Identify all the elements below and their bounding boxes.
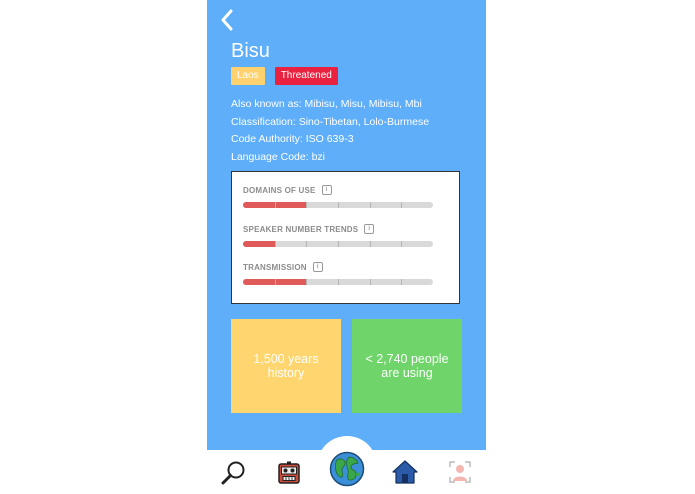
metric-domains-of-use: DOMAINS OF USE i	[243, 185, 433, 208]
nav-robot-button[interactable]	[277, 461, 301, 490]
globe-icon	[329, 451, 365, 487]
metric-bar-tick	[338, 202, 339, 208]
metric-bar	[243, 202, 433, 208]
metric-label: TRANSMISSION	[243, 262, 307, 272]
info-icon[interactable]: i	[364, 224, 375, 234]
metric-bar-fill	[243, 241, 275, 247]
badge-row: Laos Threatened	[231, 67, 338, 85]
history-card: 1,500 years history	[231, 319, 341, 413]
metric-bar-tick	[275, 241, 276, 247]
metric-label: SPEAKER NUMBER TRENDS	[243, 224, 359, 234]
robot-icon	[278, 461, 300, 484]
status-badge: Threatened	[274, 67, 338, 85]
metric-bar-tick	[306, 202, 307, 208]
metric-bar-tick	[275, 202, 276, 208]
chevron-left-icon	[221, 9, 233, 31]
also-known-as: Also known as: Mibisu, Misu, Mibisu, Mbi	[231, 98, 422, 110]
metric-bar-tick	[401, 279, 402, 285]
history-text: 1,500 years history	[253, 352, 319, 380]
speakers-card: < 2,740 people are using	[352, 319, 462, 413]
page-title: Bisu	[231, 40, 270, 62]
metric-label: DOMAINS OF USE	[243, 185, 316, 195]
metric-bar-tick	[370, 202, 371, 208]
home-icon	[392, 460, 418, 484]
speakers-text: < 2,740 people are using	[365, 352, 449, 380]
info-icon[interactable]: i	[312, 262, 323, 272]
code-authority: Code Authority: ISO 639-3	[231, 133, 354, 145]
nav-home-button[interactable]	[392, 460, 418, 489]
search-icon	[221, 461, 245, 485]
app-screen: Bisu Laos Threatened Also known as: Mibi…	[207, 0, 486, 494]
metric-speaker-number-trends: SPEAKER NUMBER TRENDS i	[243, 224, 433, 247]
metric-bar-tick	[370, 241, 371, 247]
profile-icon	[449, 461, 471, 483]
back-button[interactable]	[215, 8, 239, 32]
metric-bar-tick	[338, 241, 339, 247]
metric-bar-tick	[338, 279, 339, 285]
metric-bar-tick	[401, 202, 402, 208]
metric-bar-tick	[306, 241, 307, 247]
metric-bar-tick	[306, 279, 307, 285]
vitality-metrics-panel: DOMAINS OF USE i SPEAKER NUMBER TRENDS i…	[231, 171, 460, 304]
metric-bar	[243, 279, 433, 285]
language-code: Language Code: bzi	[231, 150, 325, 163]
nav-search-button[interactable]	[221, 460, 247, 491]
metric-bar-tick	[370, 279, 371, 285]
info-icon[interactable]: i	[321, 185, 332, 195]
nav-profile-button[interactable]	[448, 460, 472, 489]
metric-transmission: TRANSMISSION i	[243, 262, 433, 285]
metric-bar	[243, 241, 433, 247]
region-badge: Laos	[231, 67, 265, 85]
nav-globe-button[interactable]	[329, 451, 365, 492]
classification: Classification: Sino-Tibetan, Lolo-Burme…	[231, 115, 430, 128]
metric-bar-tick	[275, 279, 276, 285]
metric-bar-tick	[401, 241, 402, 247]
language-details: Also known as: Mibisu, Misu, Mibisu, Mbi…	[231, 96, 429, 166]
